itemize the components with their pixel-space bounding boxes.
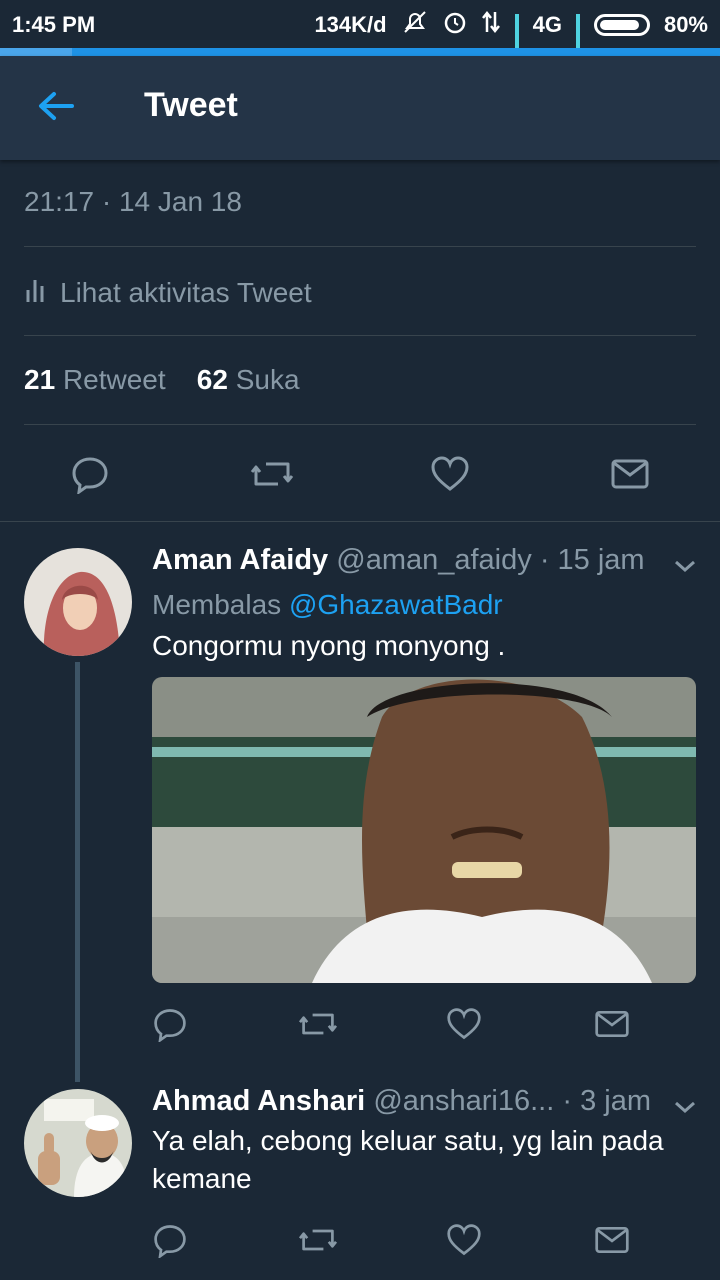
avatar[interactable]: [24, 1089, 132, 1197]
signal-icon: [514, 14, 519, 92]
signal-icon-2: [575, 14, 580, 92]
app-header: Tweet: [0, 56, 720, 160]
divider: [24, 335, 696, 336]
like-icon[interactable]: [446, 1222, 482, 1258]
dm-icon[interactable]: [610, 454, 650, 494]
tweet-timestamp: 21:17 · 14 Jan 18: [24, 186, 242, 217]
mention-link[interactable]: @GhazawatBadr: [289, 589, 503, 620]
reply-icon[interactable]: [152, 1006, 188, 1044]
reply-header: Aman Afaidy @aman_afaidy · 15 jam: [152, 544, 645, 577]
mute-icon: [401, 10, 429, 40]
activity-label: Lihat aktivitas Tweet: [60, 276, 312, 308]
reply-text: Ya elah, cebong keluar satu, yg lain pad…: [152, 1125, 664, 1194]
reply-actions: [0, 1210, 720, 1270]
back-arrow-icon[interactable]: [36, 86, 76, 126]
data-transfer-icon: [481, 10, 501, 40]
dm-icon[interactable]: [594, 1222, 630, 1258]
chevron-down-icon[interactable]: [672, 1097, 698, 1117]
retweet-icon[interactable]: [250, 454, 294, 494]
network-type: 4G: [532, 12, 562, 37]
reply-author-handle[interactable]: @aman_afaidy: [336, 544, 532, 576]
retweet-label[interactable]: Retweet: [63, 364, 166, 395]
loading-progress-bar: [0, 48, 720, 56]
reply-header: Ahmad Anshari @anshari16... · 3 jam: [152, 1085, 651, 1118]
divider: [24, 424, 696, 425]
reply-time: · 15 jam: [539, 544, 645, 576]
retweet-count[interactable]: 21: [24, 364, 55, 395]
status-bar: 1:45 PM 134K/d 4G 80%: [0, 0, 720, 92]
like-icon[interactable]: [430, 454, 470, 494]
like-count[interactable]: 62: [197, 364, 228, 395]
reply-author-name[interactable]: Ahmad Anshari: [152, 1085, 365, 1117]
tweet-actions: [0, 442, 720, 502]
reply-author-name[interactable]: Aman Afaidy: [152, 544, 328, 576]
reply-time: · 3 jam: [562, 1085, 651, 1117]
reply-icon[interactable]: [152, 1222, 188, 1260]
tweet-media-image[interactable]: [152, 677, 696, 983]
status-time: 1:45 PM: [12, 12, 96, 37]
activity-chart-icon: [24, 276, 48, 309]
network-speed: 134K/d: [314, 12, 387, 37]
like-icon[interactable]: [446, 1006, 482, 1042]
reply-author-handle[interactable]: @anshari16...: [373, 1085, 554, 1117]
replying-to: Membalas @GhazawatBadr: [152, 589, 503, 621]
reply-actions: [0, 994, 720, 1054]
retweet-icon[interactable]: [298, 1006, 338, 1042]
retweet-icon[interactable]: [298, 1222, 338, 1258]
battery-icon: [593, 14, 650, 36]
page-title: Tweet: [144, 86, 238, 124]
tweet-activity-link[interactable]: Lihat aktivitas Tweet: [24, 276, 312, 309]
chevron-down-icon[interactable]: [672, 556, 698, 576]
tweet-stats: 21 Retweet 62 Suka: [24, 364, 300, 396]
battery-level: 80%: [663, 12, 708, 37]
replying-to-label: Membalas: [152, 589, 282, 620]
section-divider: [0, 521, 720, 522]
avatar[interactable]: [24, 548, 132, 656]
reply-icon[interactable]: [70, 454, 110, 496]
alarm-icon: [443, 10, 467, 40]
divider: [24, 246, 696, 247]
dm-icon[interactable]: [594, 1006, 630, 1042]
reply-text: Congormu nyong monyong .: [152, 630, 506, 661]
like-label[interactable]: Suka: [236, 364, 300, 395]
